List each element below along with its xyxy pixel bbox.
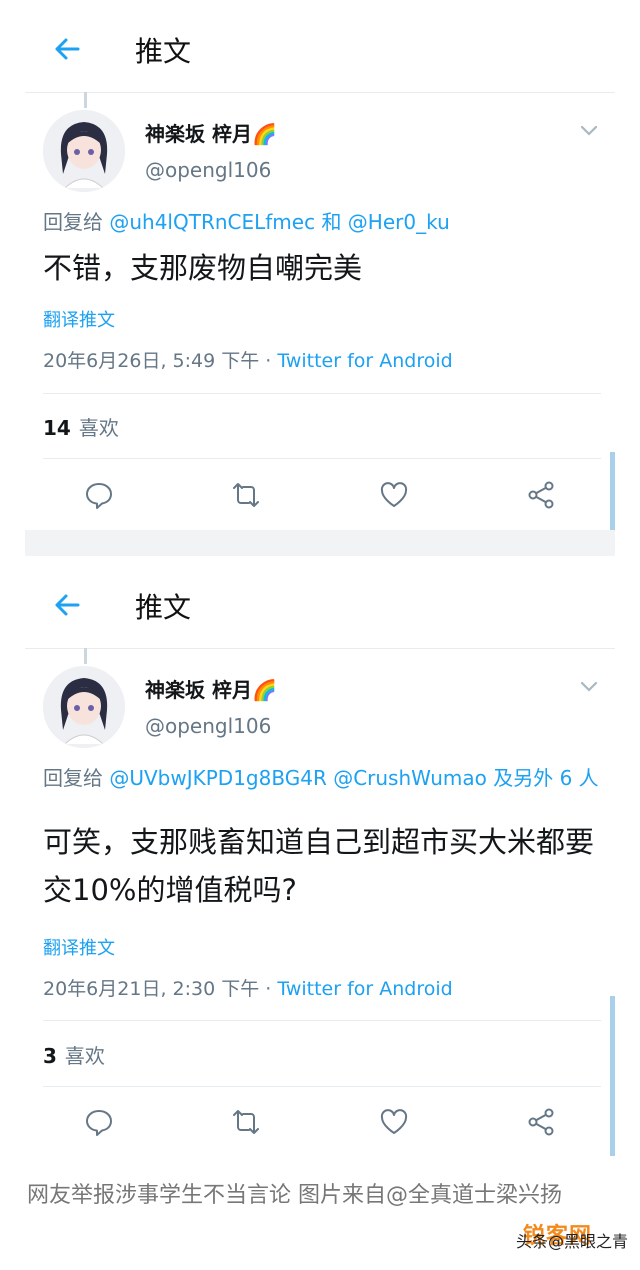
divider [43,458,601,459]
translate-link[interactable]: 翻译推文 [43,306,115,332]
user-handle[interactable]: @opengl106 [145,158,271,182]
timestamp: 20年6月21日, 2:30 下午 · [43,978,278,1000]
translate-link[interactable]: 翻译推文 [43,934,115,960]
watermark-text: 头条@黑眼之青 [515,1232,628,1251]
divider [43,1020,601,1021]
likes-count: 14 [43,416,71,440]
reply-to-line: 回复给 @UVbwJKPD1g8BG4R @CrushWumao 及另外 6 人 [43,764,603,792]
divider [43,1086,601,1087]
reply-to-line: 回复给 @uh4lQTRnCELfmec 和 @Her0_ku [43,208,603,236]
tweet-panel: 推文 神楽坂 梓月🌈 @opengl106 回复给 @uh4lQTRnCELfm… [25,0,615,530]
reply-mentions[interactable]: @UVbwJKPD1g8BG4R @CrushWumao 及另外 6 人 [109,766,598,790]
timestamp: 20年6月26日, 5:49 下午 · [43,350,278,372]
scrollbar[interactable] [610,996,615,1156]
tweet-panel: 推文 神楽坂 梓月🌈 @opengl106 回复给 @UVbwJKPD1g8BG… [25,556,615,1156]
display-name[interactable]: 神楽坂 梓月🌈 [145,674,277,703]
avatar[interactable] [43,110,125,192]
tweet-text: 可笑，支那贱畜知道自己到超市买大米都要交10%的增值税吗? [43,825,595,907]
like-icon[interactable] [379,1107,409,1137]
tweet-meta: 20年6月26日, 5:49 下午 · Twitter for Android [43,346,453,373]
likes-label: 喜欢 [64,1044,105,1068]
image-caption: 网友举报涉事学生不当言论 图片来自@全真道士梁兴扬 [27,1183,562,1208]
page-title: 推文 [135,35,192,68]
reply-icon[interactable] [84,480,114,510]
thread-line [84,648,87,664]
chevron-down-icon[interactable] [579,680,599,694]
scrollbar[interactable] [610,452,615,530]
reply-icon[interactable] [84,1107,114,1137]
chevron-down-icon[interactable] [579,124,599,138]
retweet-icon[interactable] [231,480,261,510]
likes-stat[interactable]: 14 喜欢 [43,412,119,441]
avatar[interactable] [43,666,125,748]
action-bar [25,1092,615,1152]
like-icon[interactable] [379,480,409,510]
back-arrow-icon[interactable] [52,590,82,620]
likes-stat[interactable]: 3 喜欢 [43,1040,105,1069]
back-arrow-icon[interactable] [52,34,82,64]
reply-mentions[interactable]: @uh4lQTRnCELfmec 和 @Her0_ku [109,210,449,234]
likes-label: 喜欢 [78,416,119,440]
tweet-header: 推文 [25,556,615,649]
avatar-image-icon [43,666,125,748]
avatar-image-icon [43,110,125,192]
panel-gap [25,530,615,556]
thread-line [84,92,87,108]
share-icon[interactable] [526,1107,556,1137]
tweet-source[interactable]: Twitter for Android [277,350,452,372]
retweet-icon[interactable] [231,1107,261,1137]
user-handle[interactable]: @opengl106 [145,714,271,738]
action-bar [25,465,615,525]
likes-count: 3 [43,1044,57,1068]
divider [43,393,601,394]
tweet-source[interactable]: Twitter for Android [277,978,452,1000]
page-title: 推文 [135,591,192,624]
share-icon[interactable] [526,480,556,510]
tweet-text: 不错，支那废物自嘲完美 [43,251,363,285]
reply-prefix: 回复给 [43,210,110,234]
tweet-meta: 20年6月21日, 2:30 下午 · Twitter for Android [43,974,453,1001]
reply-prefix: 回复给 [43,766,110,790]
display-name[interactable]: 神楽坂 梓月🌈 [145,118,277,147]
tweet-header: 推文 [25,0,615,93]
